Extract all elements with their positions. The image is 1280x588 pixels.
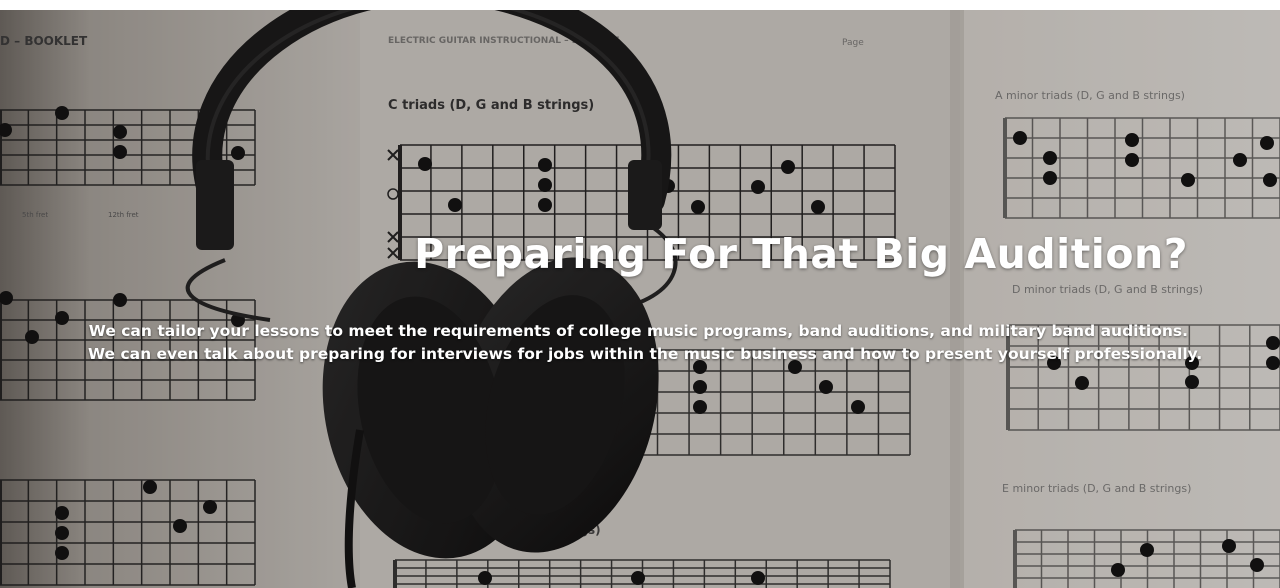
hero-description-line-2: We can even talk about preparing for int… <box>88 345 1203 363</box>
hero-description-line-1: We can tailor your lessons to meet the r… <box>88 322 1188 340</box>
hero-text-block: Preparing For That Big Audition? We can … <box>88 228 1203 366</box>
hero-section: D – BOOKLET ELECTRIC GUITAR INSTRUCTIONA… <box>0 10 1280 588</box>
hero-title: Preparing For That Big Audition? <box>414 230 1188 278</box>
hero-description: We can tailor your lessons to meet the r… <box>88 320 1203 366</box>
